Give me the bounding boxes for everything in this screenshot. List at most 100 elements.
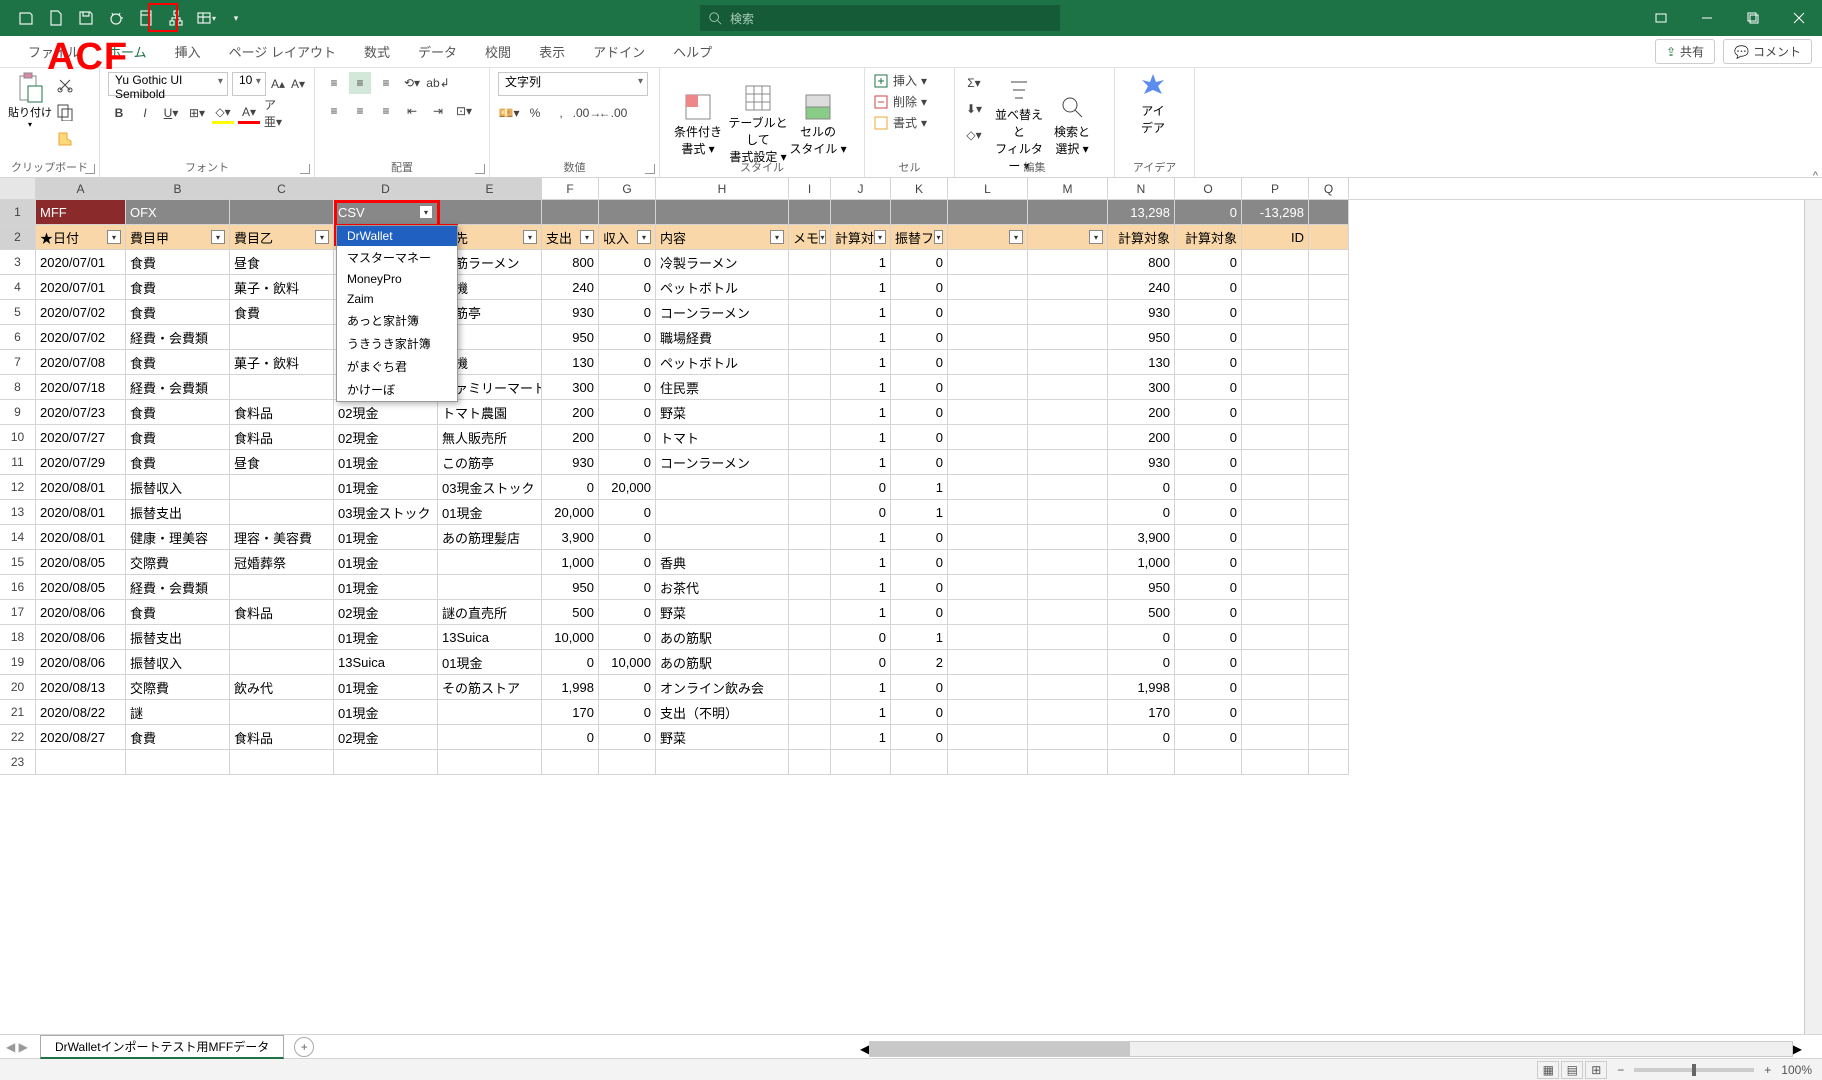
cell[interactable]: 0	[1175, 550, 1242, 575]
row-header[interactable]: 5	[0, 300, 36, 325]
cell[interactable]: -13,298	[1242, 200, 1309, 225]
cell[interactable]	[1028, 600, 1108, 625]
cell[interactable]: 0	[891, 550, 948, 575]
cell[interactable]	[230, 475, 334, 500]
row-header[interactable]: 20	[0, 675, 36, 700]
cell[interactable]	[948, 675, 1028, 700]
wrap-text-icon[interactable]: ab↲	[427, 72, 449, 94]
filter-button[interactable]: ▾	[107, 230, 121, 244]
cell[interactable]	[948, 725, 1028, 750]
cell[interactable]	[1309, 525, 1349, 550]
percent-icon[interactable]: %	[524, 102, 546, 124]
cell[interactable]: 0	[1175, 350, 1242, 375]
cell[interactable]: 食費	[126, 600, 230, 625]
cell[interactable]: 1	[831, 350, 891, 375]
cell[interactable]	[789, 200, 831, 225]
cell[interactable]: 01現金	[334, 625, 438, 650]
cell[interactable]	[789, 425, 831, 450]
cell[interactable]: 0	[891, 300, 948, 325]
cell[interactable]	[1242, 450, 1309, 475]
cell[interactable]: 食費	[126, 400, 230, 425]
cell[interactable]: あの筋理髪店	[438, 525, 542, 550]
cell[interactable]: 0	[1175, 600, 1242, 625]
row-header[interactable]: 12	[0, 475, 36, 500]
cell[interactable]: 食費	[126, 450, 230, 475]
decrease-font-icon[interactable]: A▾	[290, 73, 306, 95]
cell[interactable]: 0	[599, 625, 656, 650]
row-header[interactable]: 10	[0, 425, 36, 450]
cell[interactable]: 菓子・飲料	[230, 350, 334, 375]
merge-center-icon[interactable]: ⊡▾	[453, 100, 475, 122]
cell[interactable]: 2020/08/01	[36, 500, 126, 525]
cell[interactable]: ペットボトル	[656, 350, 789, 375]
row-header[interactable]: 8	[0, 375, 36, 400]
fill-color-button[interactable]: ◇▾	[212, 102, 234, 124]
cell[interactable]: 0	[1108, 650, 1175, 675]
cell[interactable]: 200	[542, 400, 599, 425]
cell[interactable]: 振替支出	[126, 625, 230, 650]
row-header[interactable]: 7	[0, 350, 36, 375]
ribbon-display-icon[interactable]	[1638, 0, 1684, 36]
column-header-B[interactable]: B	[126, 178, 230, 199]
cell[interactable]	[789, 575, 831, 600]
cell[interactable]: 0	[1175, 325, 1242, 350]
cell[interactable]	[438, 200, 542, 225]
cell[interactable]: 3,900	[1108, 525, 1175, 550]
row-header[interactable]: 11	[0, 450, 36, 475]
cell[interactable]	[1028, 650, 1108, 675]
row-header[interactable]: 1	[0, 200, 36, 225]
dropdown-item-drwallet[interactable]: DrWallet	[337, 226, 457, 246]
column-header-L[interactable]: L	[948, 178, 1028, 199]
cell[interactable]: 0	[599, 525, 656, 550]
cell[interactable]	[1309, 225, 1349, 250]
cell[interactable]	[1028, 375, 1108, 400]
cell[interactable]	[1309, 500, 1349, 525]
cell[interactable]: 0	[1175, 375, 1242, 400]
cell[interactable]: 2020/08/06	[36, 650, 126, 675]
cell[interactable]: 食費	[126, 725, 230, 750]
cell[interactable]	[656, 525, 789, 550]
zoom-slider[interactable]	[1634, 1068, 1754, 1072]
maximize-icon[interactable]	[1730, 0, 1776, 36]
font-size-combo[interactable]: 10	[232, 72, 266, 96]
cell[interactable]: 0	[599, 400, 656, 425]
cell[interactable]	[948, 425, 1028, 450]
cell[interactable]	[1242, 725, 1309, 750]
cell[interactable]: 1	[831, 725, 891, 750]
sheet-tab-active[interactable]: DrWalletインポートテスト用MFFデータ	[40, 1035, 284, 1059]
cell[interactable]	[1309, 350, 1349, 375]
cell[interactable]	[1309, 450, 1349, 475]
cell[interactable]: 0	[1108, 500, 1175, 525]
cell[interactable]	[1028, 500, 1108, 525]
cell[interactable]: 0	[599, 325, 656, 350]
cell[interactable]: 0	[831, 650, 891, 675]
cell[interactable]: 1	[891, 625, 948, 650]
cell[interactable]: ★日付▾	[36, 225, 126, 250]
cell[interactable]: ID	[1242, 225, 1309, 250]
orientation-icon[interactable]: ⟲▾	[401, 72, 423, 94]
column-header-G[interactable]: G	[599, 178, 656, 199]
cell[interactable]: 930	[1108, 300, 1175, 325]
cell[interactable]	[948, 475, 1028, 500]
dropdown-item[interactable]: かけーぼ	[337, 378, 457, 401]
cell[interactable]: 費目甲▾	[126, 225, 230, 250]
cell[interactable]	[891, 200, 948, 225]
tab-review[interactable]: 校閲	[471, 36, 525, 68]
row-header[interactable]: 23	[0, 750, 36, 775]
cell[interactable]	[948, 350, 1028, 375]
cell[interactable]	[789, 700, 831, 725]
cell[interactable]	[542, 200, 599, 225]
cell[interactable]	[1242, 425, 1309, 450]
cell[interactable]: 950	[1108, 325, 1175, 350]
filter-button[interactable]: ▾	[1089, 230, 1103, 244]
column-header-C[interactable]: C	[230, 178, 334, 199]
increase-decimal-icon[interactable]: .00→	[576, 102, 598, 124]
cell[interactable]: 1	[891, 500, 948, 525]
calculator-icon[interactable]	[132, 4, 160, 32]
cell[interactable]	[1242, 625, 1309, 650]
row-header[interactable]: 13	[0, 500, 36, 525]
cell[interactable]	[1309, 575, 1349, 600]
cell[interactable]: 野菜	[656, 400, 789, 425]
decrease-decimal-icon[interactable]: ←.00	[602, 102, 624, 124]
table-icon[interactable]: ▾	[192, 4, 220, 32]
